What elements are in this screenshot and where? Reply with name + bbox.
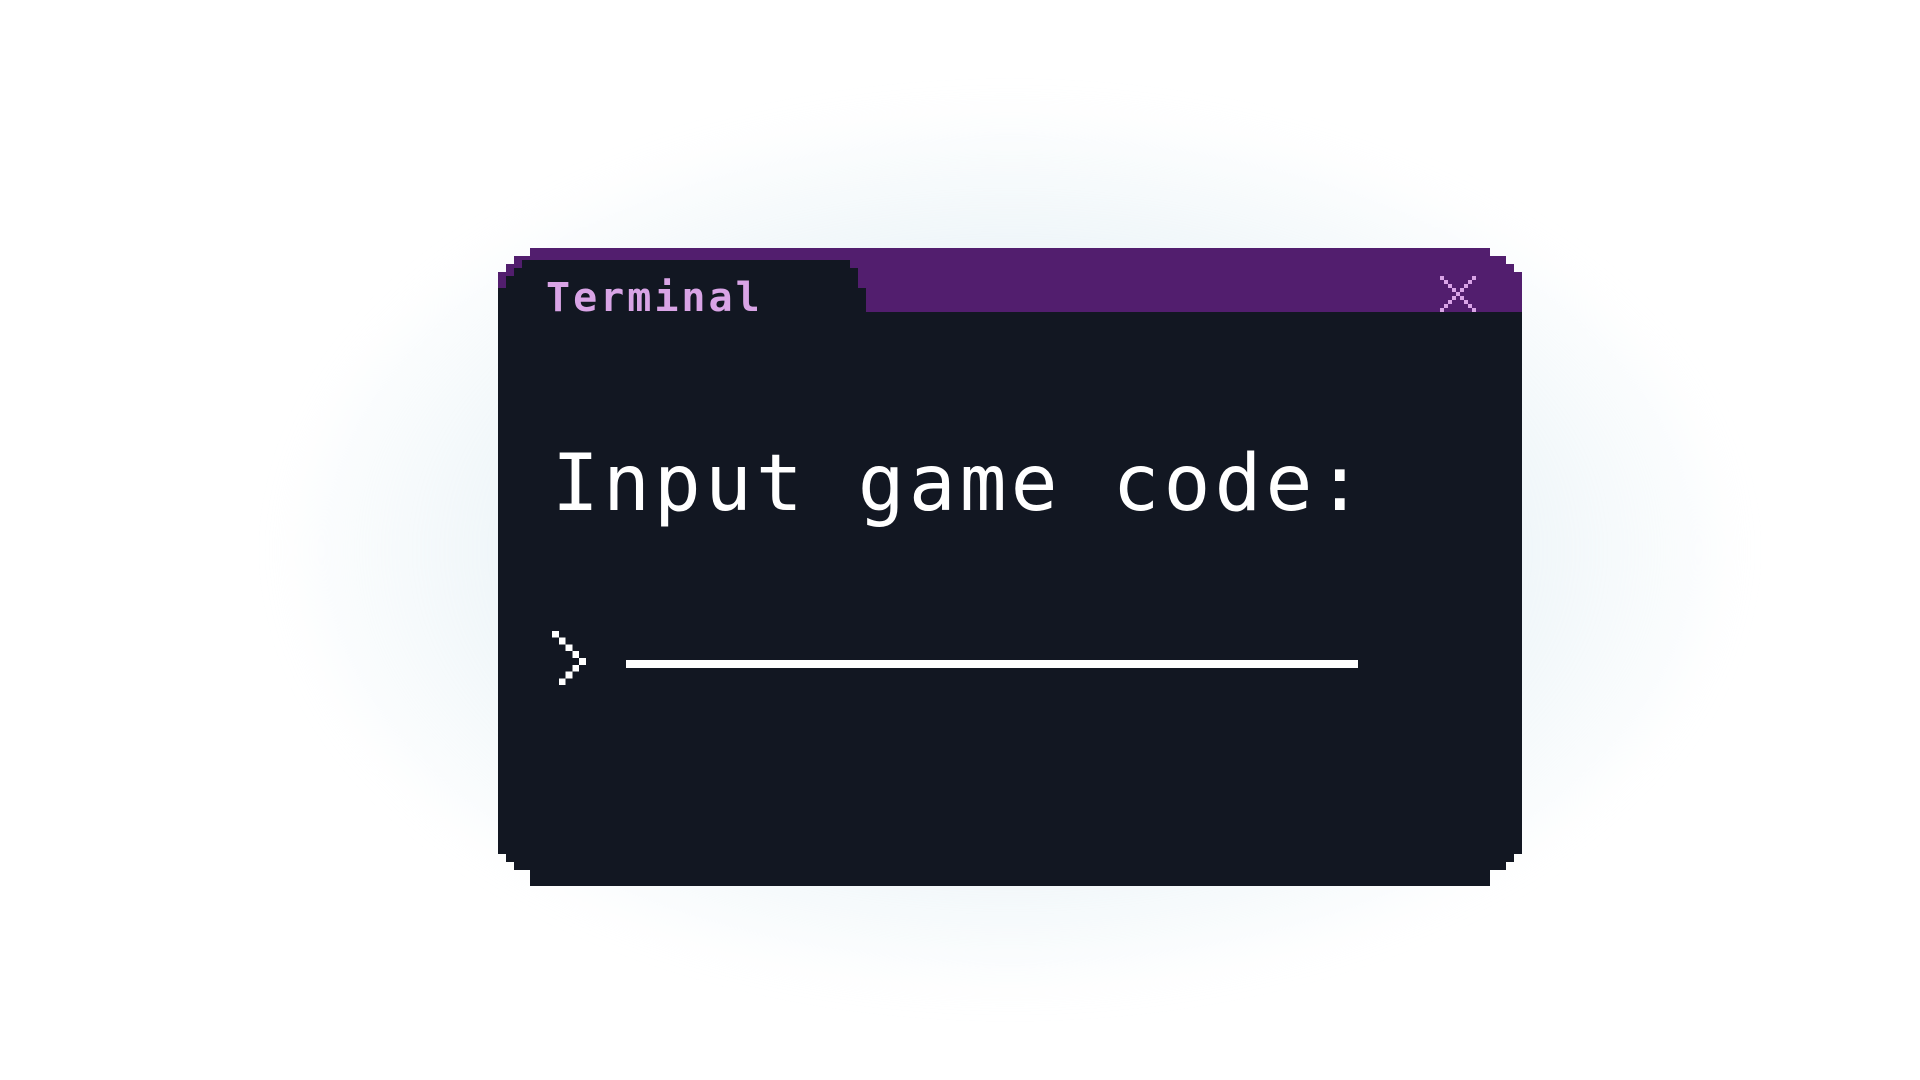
window-body xyxy=(498,260,1522,886)
tab-terminal[interactable]: Terminal xyxy=(546,274,763,322)
prompt-label: Input game code: xyxy=(552,439,1368,529)
desktop-background: Terminal Input game code: xyxy=(0,0,1920,1080)
prompt-caret xyxy=(552,628,586,688)
terminal-window: Terminal Input game code: xyxy=(498,248,1522,886)
game-code-input[interactable] xyxy=(626,600,1358,668)
close-button[interactable] xyxy=(1428,264,1484,312)
terminal-window-frame xyxy=(498,248,1522,886)
chevron-right-icon xyxy=(552,630,586,686)
close-icon xyxy=(1440,276,1476,312)
